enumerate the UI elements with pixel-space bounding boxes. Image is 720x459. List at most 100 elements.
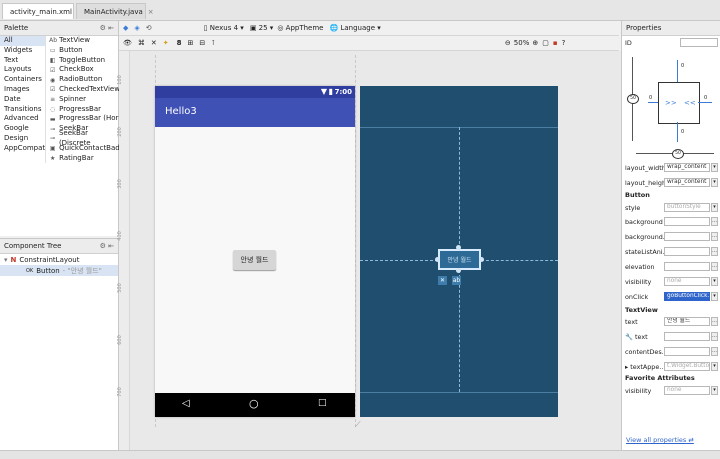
text-field[interactable]: 안녕 월드 xyxy=(664,317,710,326)
margin-right-value[interactable]: 0 xyxy=(704,95,707,101)
chevron-down-icon[interactable]: ▾ xyxy=(711,178,718,187)
palette-category[interactable]: AppCompat xyxy=(0,144,45,154)
browse-button[interactable]: … xyxy=(711,232,718,241)
language-selector[interactable]: 🌐 Language ▾ xyxy=(330,24,381,32)
blueprint-button[interactable]: 안녕 월드 xyxy=(438,249,481,270)
margin-top-value[interactable]: 0 xyxy=(681,63,684,69)
theme-selector[interactable]: ◎ AppTheme xyxy=(277,24,323,32)
zoom-in-icon[interactable]: ⊕ xyxy=(532,39,538,47)
palette-widget[interactable]: ▣ QuickContactBad xyxy=(49,144,120,154)
help-icon[interactable]: ? xyxy=(562,39,566,47)
browse-button[interactable]: … xyxy=(711,262,718,271)
palette-widget[interactable]: ☑ CheckBox xyxy=(49,65,120,75)
margin-bottom-value[interactable]: 0 xyxy=(681,129,684,135)
anchor-top[interactable] xyxy=(456,245,461,250)
palette-category[interactable]: Containers xyxy=(0,75,45,85)
palette-category[interactable]: Images xyxy=(0,85,45,95)
width-wrap-icon[interactable]: << xyxy=(684,99,696,107)
browse-button[interactable]: … xyxy=(711,332,718,341)
visibility-select[interactable]: none xyxy=(664,277,710,286)
expand-icon[interactable]: ▾ xyxy=(4,256,8,264)
browse-button[interactable]: … xyxy=(711,217,718,226)
palette-widget[interactable]: ◧ ToggleButton xyxy=(49,56,120,66)
browse-button[interactable]: … xyxy=(711,247,718,256)
expand-icon[interactable]: ▸ xyxy=(625,363,628,371)
settings-icon[interactable]: ⚙ ⇤ xyxy=(100,24,114,32)
elevation-field[interactable] xyxy=(664,262,710,271)
palette-widget[interactable]: ⊸ SeekBar (Discrete xyxy=(49,129,120,147)
tree-node-constraintlayout[interactable]: ▾ N ConstraintLayout xyxy=(0,254,118,265)
palette-category[interactable]: Transitions xyxy=(0,105,45,115)
pack-icon[interactable]: ⊞ xyxy=(188,39,194,47)
browse-button[interactable]: … xyxy=(711,347,718,356)
palette-category[interactable]: All xyxy=(0,36,46,46)
settings-icon[interactable]: ⚙ ⇤ xyxy=(100,242,114,250)
vertical-bias-value[interactable]: 50 xyxy=(627,94,639,104)
close-icon[interactable]: × xyxy=(148,8,154,16)
content-description-field[interactable] xyxy=(664,347,710,356)
tools-text-field[interactable] xyxy=(664,332,710,341)
tree-node-button[interactable]: OK Button - "안녕 월드" xyxy=(0,265,118,276)
clear-constraints-icon[interactable]: ✕ xyxy=(438,276,447,285)
device-selector[interactable]: ▯ Nexus 4 ▾ xyxy=(204,24,244,32)
palette-widget[interactable]: Ab TextView xyxy=(49,36,120,46)
layout-width-select[interactable]: wrap_content xyxy=(664,163,710,172)
browse-button[interactable]: … xyxy=(711,317,718,326)
palette-category[interactable]: Design xyxy=(0,134,45,144)
palette-widget[interactable]: ▬ ProgressBar (Hor xyxy=(49,114,120,124)
palette-widget[interactable]: ◉ RadioButton xyxy=(49,75,120,85)
chevron-down-icon[interactable]: ▾ xyxy=(711,362,718,371)
baseline-icon[interactable]: ab xyxy=(452,276,461,285)
palette-widget[interactable]: ★ RatingBar xyxy=(49,154,120,164)
anchor-bottom[interactable] xyxy=(456,268,461,273)
palette-widget[interactable]: ☑ CheckedTextView xyxy=(49,85,120,95)
tab-mainactivity[interactable]: MainActivity.java × xyxy=(76,3,154,19)
width-wrap-icon[interactable]: >> xyxy=(665,99,677,107)
resize-handle-icon[interactable]: ⟋ xyxy=(355,420,361,430)
palette-widget[interactable]: ▭ Button xyxy=(49,46,120,56)
palette-category[interactable]: Date xyxy=(0,95,45,105)
view-all-properties-link[interactable]: View all properties ⇄ xyxy=(626,436,694,444)
clear-constraints-icon[interactable]: ✕ xyxy=(151,39,157,47)
home-icon[interactable]: ○ xyxy=(249,397,259,410)
blueprint-view[interactable]: 안녕 월드 ✕ ab xyxy=(360,86,558,417)
recents-icon[interactable]: □ xyxy=(318,398,327,408)
palette-category[interactable]: Advanced xyxy=(0,114,45,124)
text-appearance-select[interactable]: t.Widget.Button xyxy=(664,362,710,371)
background-tint-field[interactable] xyxy=(664,232,710,241)
blueprint-mode-icon[interactable]: ◈ xyxy=(134,24,139,32)
chevron-down-icon[interactable]: ▾ xyxy=(711,386,718,395)
palette-category[interactable]: Text xyxy=(0,56,45,66)
chevron-down-icon[interactable]: ▾ xyxy=(711,163,718,172)
chevron-down-icon[interactable]: ▾ xyxy=(711,203,718,212)
margin-left-value[interactable]: 0 xyxy=(649,95,652,101)
guidelines-icon[interactable]: ⊺ xyxy=(211,39,215,47)
palette-category[interactable]: Widgets xyxy=(0,46,45,56)
back-icon[interactable]: ◁ xyxy=(182,398,190,409)
show-constraints-icon[interactable]: 👁 xyxy=(123,39,132,47)
zoom-out-icon[interactable]: ⊖ xyxy=(505,39,511,47)
hello-world-button[interactable]: 안녕 월드 xyxy=(233,250,276,270)
design-mode-icon[interactable]: ◆ xyxy=(123,24,128,32)
api-selector[interactable]: ▣ 25 ▾ xyxy=(250,24,274,32)
align-icon[interactable]: ⊟ xyxy=(199,39,205,47)
layout-height-select[interactable]: wrap_content xyxy=(664,178,710,187)
state-list-anim-field[interactable] xyxy=(664,247,710,256)
palette-category[interactable]: Google xyxy=(0,124,45,134)
zoom-fit-icon[interactable]: ▢ xyxy=(542,39,549,47)
tab-activity-main[interactable]: activity_main.xml × xyxy=(2,3,83,19)
orientation-icon[interactable]: ⟲ xyxy=(146,24,152,32)
palette-widget[interactable]: ≡ Spinner xyxy=(49,95,120,105)
onclick-field[interactable]: goButtonClick1 xyxy=(664,292,710,301)
autoconnect-icon[interactable]: ⌘ xyxy=(138,39,145,47)
style-select[interactable]: buttonStyle xyxy=(664,203,710,212)
fav-visibility-select[interactable]: none xyxy=(664,386,710,395)
palette-widget[interactable]: ◌ ProgressBar xyxy=(49,105,120,115)
horizontal-bias-value[interactable]: 50 xyxy=(672,149,684,159)
anchor-right[interactable] xyxy=(479,257,484,262)
chevron-down-icon[interactable]: ▾ xyxy=(711,277,718,286)
palette-category[interactable]: Layouts xyxy=(0,65,45,75)
anchor-left[interactable] xyxy=(435,257,440,262)
default-margin[interactable]: 8 xyxy=(177,39,182,47)
infer-constraints-icon[interactable]: ✦ xyxy=(163,39,169,47)
